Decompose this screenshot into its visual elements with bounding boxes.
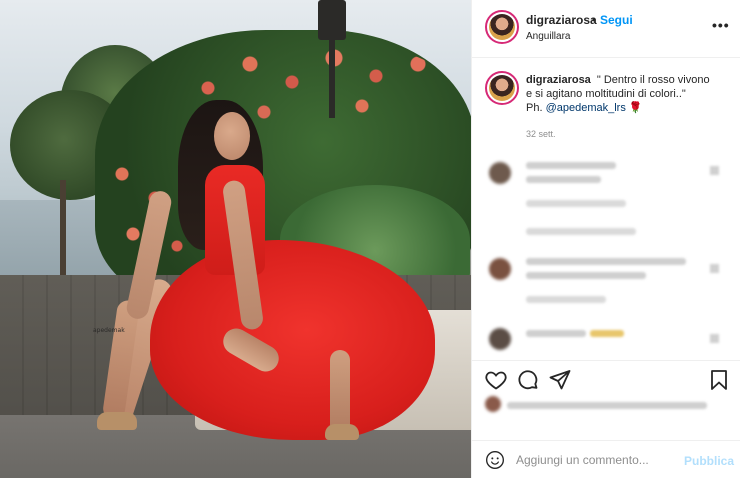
bookmark-icon[interactable] bbox=[707, 368, 731, 392]
mention-link[interactable]: @apedemak_lrs bbox=[546, 102, 626, 114]
blurred-comment-text bbox=[526, 162, 616, 169]
header-username[interactable]: digraziarosa bbox=[526, 13, 597, 27]
blurred-comment-text bbox=[526, 228, 636, 235]
comment-avatar[interactable] bbox=[489, 162, 511, 184]
post-actions bbox=[472, 360, 740, 440]
photo-tree-trunk bbox=[60, 180, 66, 275]
blurred-comment-text bbox=[590, 330, 624, 337]
caption-text: digraziarosa " Dentro il rosso vivono e … bbox=[526, 73, 726, 115]
blurred-likes-text bbox=[507, 402, 707, 409]
post-header: digraziarosa • Segui Anguillara ••• bbox=[472, 0, 740, 58]
blurred-comment-text bbox=[526, 176, 601, 183]
blurred-comment-text bbox=[526, 200, 626, 207]
caption-username[interactable]: digraziarosa bbox=[526, 74, 591, 86]
add-comment-bar: Pubblica bbox=[472, 440, 740, 478]
photo-model-face bbox=[214, 112, 250, 160]
likes-summary[interactable] bbox=[485, 396, 725, 419]
smiley-icon[interactable] bbox=[485, 450, 505, 470]
rose-emoji: 🌹 bbox=[628, 102, 643, 114]
blurred-comment-text bbox=[526, 272, 646, 279]
avatar[interactable] bbox=[485, 10, 519, 44]
comment-icon[interactable] bbox=[516, 368, 540, 392]
caption-line-2: e si agitano moltitudini di colori.." bbox=[526, 88, 686, 100]
separator-dot: • bbox=[592, 13, 597, 27]
post-caption: digraziarosa " Dentro il rosso vivono e … bbox=[472, 59, 740, 149]
more-icon[interactable]: ••• bbox=[712, 17, 730, 33]
blurred-comment-text bbox=[526, 296, 606, 303]
follow-button[interactable]: Segui bbox=[600, 13, 633, 27]
comment-avatar[interactable] bbox=[489, 258, 511, 280]
share-icon[interactable] bbox=[548, 368, 572, 392]
caption-photo-credit: Ph. bbox=[526, 102, 546, 114]
photo-watermark: apedemak bbox=[93, 327, 125, 334]
comment-like-icon[interactable] bbox=[710, 264, 719, 273]
photo-shoe bbox=[97, 412, 137, 430]
comment-avatar[interactable] bbox=[489, 328, 511, 350]
comment-like-icon[interactable] bbox=[710, 166, 719, 175]
photo-street-lamp bbox=[318, 0, 346, 40]
liker-avatar bbox=[485, 396, 501, 412]
avatar-image bbox=[489, 14, 515, 40]
post-photo[interactable]: apedemak bbox=[0, 0, 471, 478]
photo-model-leg bbox=[330, 350, 350, 435]
comments-list bbox=[472, 150, 740, 360]
post-side-panel: digraziarosa • Segui Anguillara ••• digr… bbox=[471, 0, 740, 478]
comment-like-icon[interactable] bbox=[710, 334, 719, 343]
blurred-comment-text bbox=[526, 258, 686, 265]
caption-avatar[interactable] bbox=[485, 71, 519, 105]
avatar-image bbox=[489, 75, 515, 101]
photo-lamp-post bbox=[329, 38, 335, 118]
comment-input[interactable] bbox=[516, 451, 676, 469]
caption-line-1: " Dentro il rosso vivono bbox=[596, 74, 710, 86]
location-link[interactable]: Anguillara bbox=[526, 31, 570, 42]
caption-timestamp[interactable]: 32 sett. bbox=[526, 129, 556, 139]
publish-button[interactable]: Pubblica bbox=[684, 454, 734, 468]
photo-shoe bbox=[325, 424, 359, 440]
heart-icon[interactable] bbox=[484, 368, 508, 392]
blurred-comment-text bbox=[526, 330, 586, 337]
